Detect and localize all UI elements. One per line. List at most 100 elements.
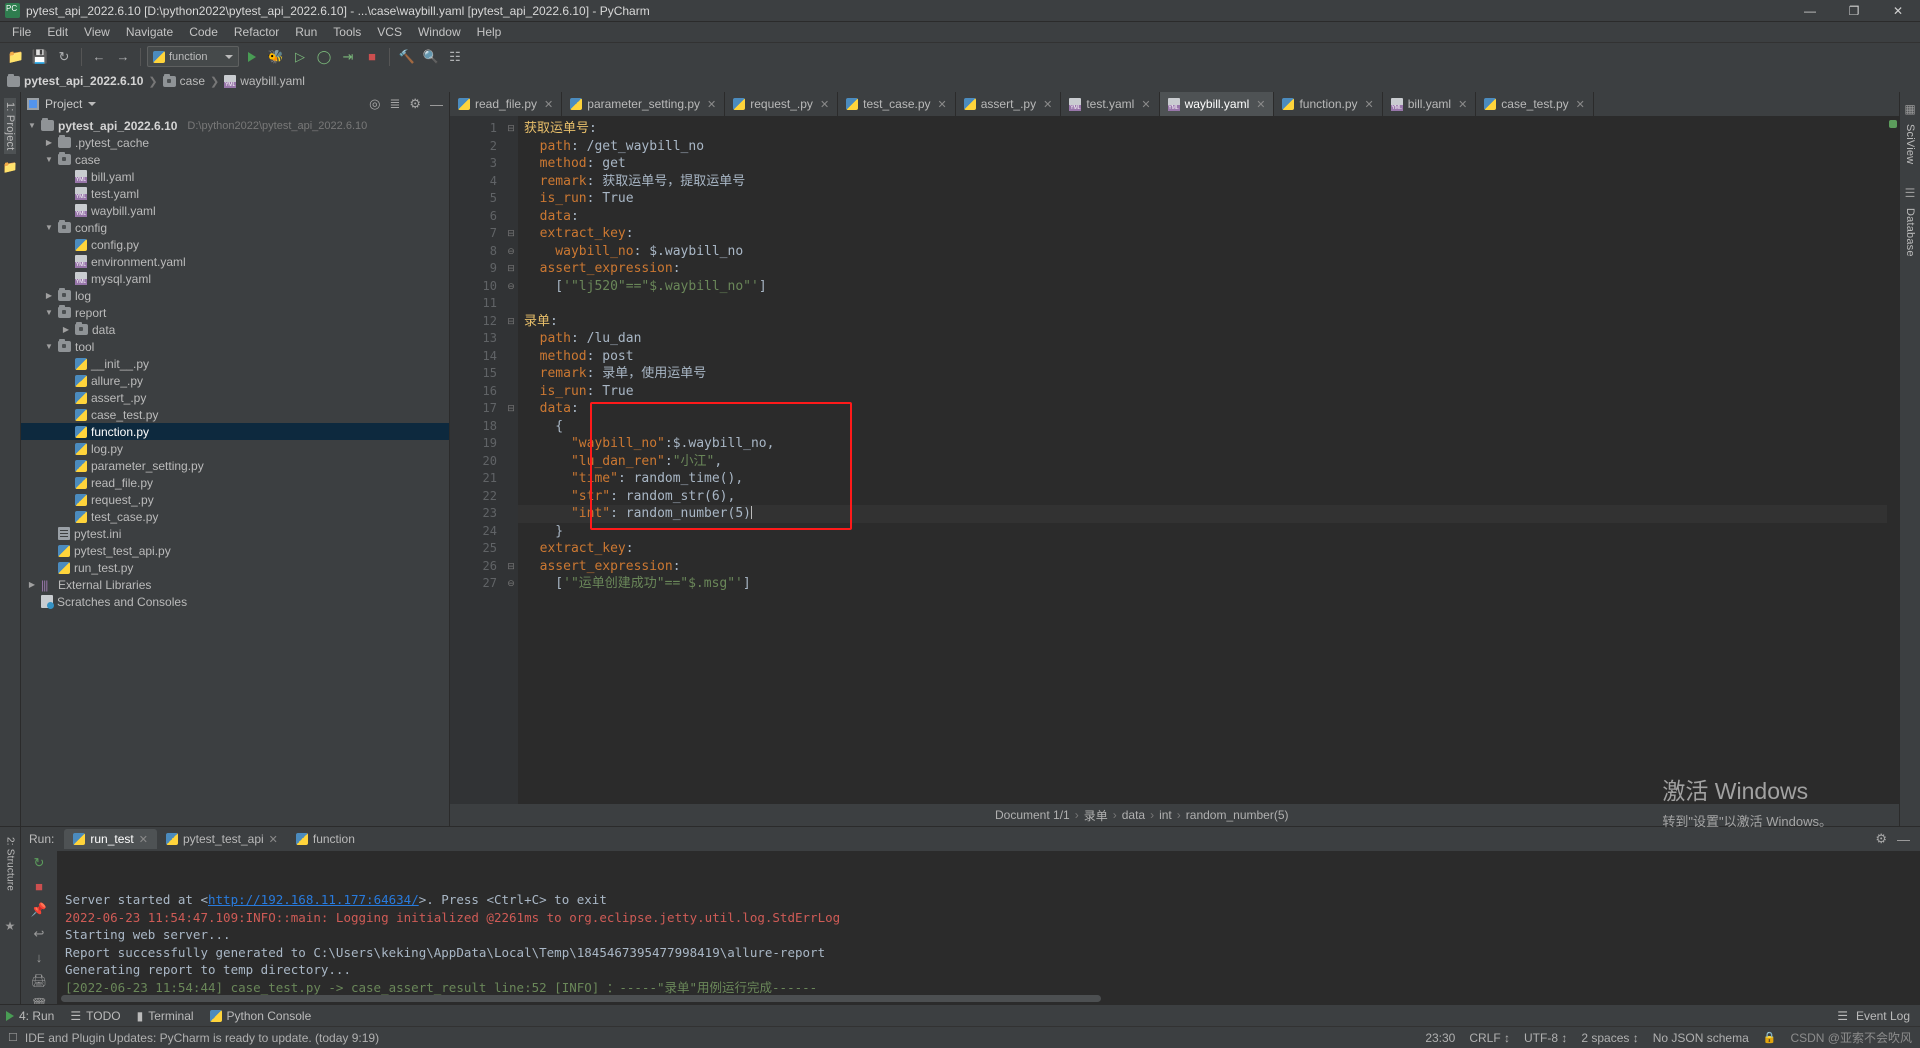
code-line[interactable]: assert_expression: bbox=[518, 260, 1887, 278]
tree-item[interactable]: ▼ tool bbox=[21, 338, 449, 355]
close-icon[interactable]: ✕ bbox=[1043, 98, 1052, 111]
code-folding-column[interactable]: ⊟ ⊟ ⊖ ⊟ ⊖ ⊟ ⊟ ⊟ ⊖ bbox=[504, 116, 518, 804]
close-icon[interactable]: ✕ bbox=[544, 98, 553, 111]
breadcrumb-node-1[interactable]: 录单 bbox=[1084, 807, 1108, 824]
chevron-down-icon[interactable]: ▼ bbox=[44, 223, 54, 232]
code-line[interactable]: "str": random_str(6), bbox=[518, 488, 1887, 506]
menu-code[interactable]: Code bbox=[181, 23, 226, 41]
tree-item[interactable]: ▼ config bbox=[21, 219, 449, 236]
chevron-down-icon[interactable] bbox=[88, 102, 97, 106]
run-coverage-icon[interactable]: ▷ bbox=[289, 46, 311, 68]
close-icon[interactable]: ✕ bbox=[1365, 98, 1374, 111]
code-line[interactable]: assert_expression: bbox=[518, 558, 1887, 576]
tree-item[interactable]: allure_.py bbox=[21, 372, 449, 389]
editor-tab[interactable]: function.py ✕ bbox=[1274, 92, 1383, 116]
tree-item[interactable]: ▼ case bbox=[21, 151, 449, 168]
tool-button-database[interactable]: Database bbox=[1904, 204, 1916, 261]
run-tab-function[interactable]: function bbox=[287, 829, 364, 849]
menu-file[interactable]: File bbox=[4, 23, 39, 41]
chevron-right-icon[interactable]: ▶ bbox=[27, 580, 37, 589]
editor-tab[interactable]: waybill.yaml ✕ bbox=[1159, 92, 1275, 116]
profile-icon[interactable]: ◯ bbox=[313, 46, 335, 68]
database-rail-icon[interactable]: ☰ bbox=[1905, 186, 1916, 200]
soft-wrap-icon[interactable]: ↩ bbox=[34, 926, 45, 942]
settings-icon[interactable]: ⚙ bbox=[409, 96, 421, 112]
close-icon[interactable]: ✕ bbox=[1458, 98, 1467, 111]
tree-item[interactable]: bill.yaml bbox=[21, 168, 449, 185]
collapse-all-icon[interactable]: ≣ bbox=[389, 96, 400, 112]
editor-tab[interactable]: test.yaml ✕ bbox=[1061, 92, 1160, 116]
code-line[interactable]: 录单: bbox=[518, 313, 1887, 331]
code-line[interactable]: path: /lu_dan bbox=[518, 330, 1887, 348]
menu-help[interactable]: Help bbox=[469, 23, 510, 41]
print-icon[interactable]: 🖨 bbox=[31, 973, 48, 989]
chevron-down-icon[interactable]: ▼ bbox=[27, 121, 37, 130]
code-line[interactable]: is_run: True bbox=[518, 190, 1887, 208]
code-line[interactable]: path: /get_waybill_no bbox=[518, 138, 1887, 156]
code-line[interactable]: { bbox=[518, 418, 1887, 436]
code-line[interactable]: remark: 获取运单号，提取运单号 bbox=[518, 173, 1887, 191]
code-line[interactable]: "waybill_no":$.waybill_no, bbox=[518, 435, 1887, 453]
chevron-right-icon[interactable]: ▶ bbox=[44, 291, 54, 300]
editor-tab[interactable]: assert_.py ✕ bbox=[955, 92, 1062, 116]
forward-arrow-icon[interactable]: → bbox=[112, 46, 134, 68]
code-line[interactable] bbox=[518, 295, 1887, 313]
chevron-right-icon[interactable]: ▶ bbox=[61, 325, 71, 334]
build-icon[interactable]: 🔨 bbox=[396, 46, 418, 68]
tool-button-sciview[interactable]: SciView bbox=[1904, 120, 1916, 168]
tree-item[interactable]: ▶ data bbox=[21, 321, 449, 338]
code-line[interactable]: remark: 录单，使用运单号 bbox=[518, 365, 1887, 383]
fold-collapse-icon[interactable]: ⊟ bbox=[504, 400, 518, 418]
menu-window[interactable]: Window bbox=[410, 23, 469, 41]
sync-icon[interactable]: ↻ bbox=[53, 46, 75, 68]
menu-tools[interactable]: Tools bbox=[325, 23, 369, 41]
menu-refactor[interactable]: Refactor bbox=[226, 23, 287, 41]
tree-item[interactable]: mysql.yaml bbox=[21, 270, 449, 287]
tree-item[interactable]: pytest_test_api.py bbox=[21, 542, 449, 559]
tree-item[interactable]: request_.py bbox=[21, 491, 449, 508]
scroll-to-end-icon[interactable]: ↓ bbox=[36, 950, 43, 965]
menu-edit[interactable]: Edit bbox=[39, 23, 76, 41]
run-icon[interactable] bbox=[241, 46, 263, 68]
run-to-cursor-icon[interactable]: ⇥ bbox=[337, 46, 359, 68]
fold-collapse-icon[interactable]: ⊟ bbox=[504, 120, 518, 138]
chevron-down-icon[interactable]: ▼ bbox=[44, 342, 54, 351]
status-line-separator[interactable]: CRLF ↕ bbox=[1469, 1031, 1510, 1045]
tree-item[interactable]: case_test.py bbox=[21, 406, 449, 423]
rerun-icon[interactable]: ↻ bbox=[34, 855, 45, 871]
code-line[interactable]: extract_key: bbox=[518, 540, 1887, 558]
minimize-button[interactable]: — bbox=[1788, 0, 1832, 22]
tree-item[interactable]: assert_.py bbox=[21, 389, 449, 406]
editor-tab[interactable]: case_test.py ✕ bbox=[1476, 92, 1594, 116]
chevron-down-icon[interactable]: ▼ bbox=[44, 308, 54, 317]
chevron-right-icon[interactable]: ▶ bbox=[44, 138, 54, 147]
tree-item[interactable]: pytest.ini bbox=[21, 525, 449, 542]
breadcrumb-node-2[interactable]: data bbox=[1122, 808, 1145, 822]
tree-item[interactable]: run_test.py bbox=[21, 559, 449, 576]
pin-tab-icon[interactable]: 📌 bbox=[31, 902, 47, 918]
tool-button-python-console[interactable]: Python Console bbox=[209, 1009, 311, 1023]
stop-icon[interactable]: ■ bbox=[35, 879, 43, 894]
tree-item[interactable]: ▼ pytest_api_2022.6.10 D:\python2022\pytes… bbox=[21, 117, 449, 134]
close-icon[interactable]: ✕ bbox=[938, 98, 947, 111]
search-everywhere-icon[interactable]: 🔍 bbox=[420, 46, 442, 68]
fold-collapse-icon[interactable]: ⊟ bbox=[504, 225, 518, 243]
back-arrow-icon[interactable]: ← bbox=[88, 46, 110, 68]
maximize-button[interactable]: ❐ bbox=[1832, 0, 1876, 22]
close-icon[interactable]: ✕ bbox=[1256, 98, 1265, 111]
code-line[interactable]: extract_key: bbox=[518, 225, 1887, 243]
menu-view[interactable]: View bbox=[76, 23, 118, 41]
close-button[interactable]: ✕ bbox=[1876, 0, 1920, 22]
close-icon[interactable]: ✕ bbox=[820, 98, 829, 111]
tool-button-structure[interactable]: 2: Structure bbox=[5, 833, 16, 895]
fold-collapse-icon[interactable]: ⊟ bbox=[504, 313, 518, 331]
lock-icon[interactable]: 🔒 bbox=[1763, 1031, 1777, 1044]
console-horizontal-scrollbar[interactable] bbox=[61, 995, 1101, 1002]
tree-item[interactable]: parameter_setting.py bbox=[21, 457, 449, 474]
code-line[interactable]: ['"lj520"=="$.waybill_no"'] bbox=[518, 278, 1887, 296]
sciview-rail-icon[interactable]: ▦ bbox=[1904, 102, 1915, 116]
code-line[interactable]: method: post bbox=[518, 348, 1887, 366]
status-indent[interactable]: 2 spaces ↕ bbox=[1581, 1031, 1638, 1045]
editor-tab[interactable]: bill.yaml ✕ bbox=[1382, 92, 1477, 116]
code-line[interactable]: "int": random_number(5) bbox=[518, 505, 1887, 523]
